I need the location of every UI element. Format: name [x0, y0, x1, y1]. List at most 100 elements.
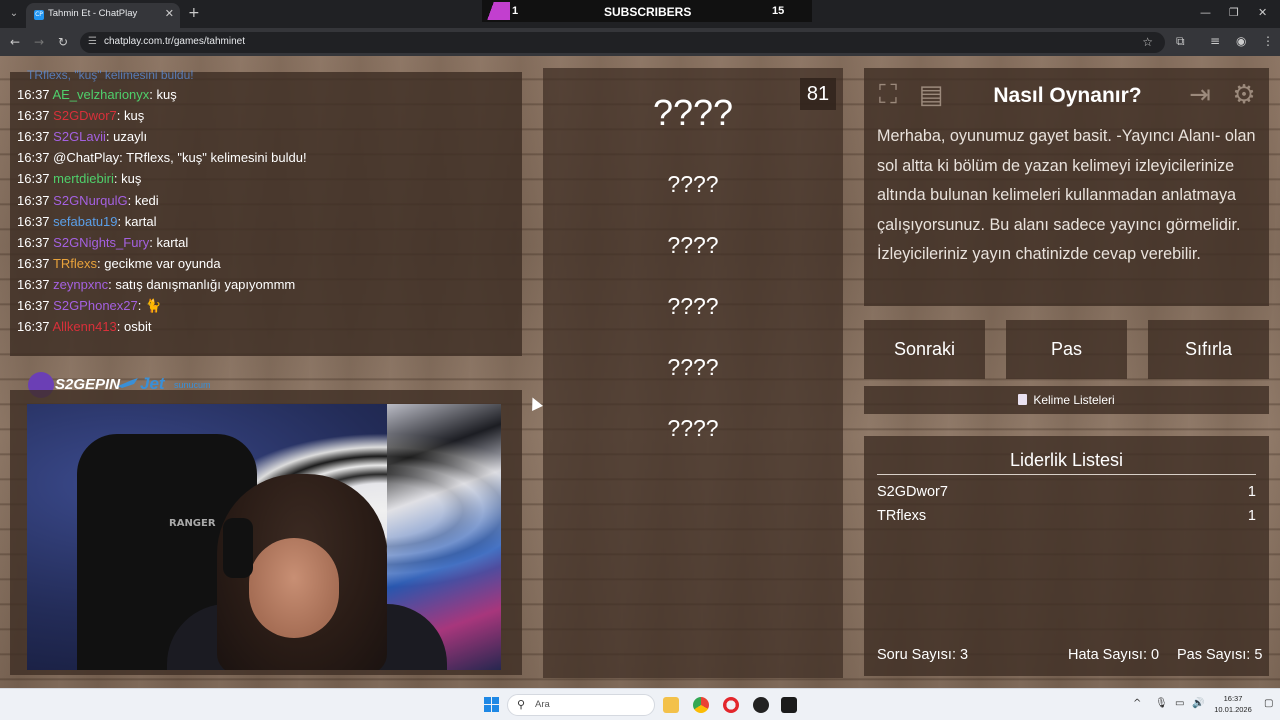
chat-username[interactable]: S2GNurqulG — [53, 193, 127, 208]
leaderboard-divider — [877, 474, 1256, 475]
site-info-icon[interactable]: ☰ — [88, 36, 97, 47]
leaderboard-title: Liderlik Listesi — [1009, 450, 1124, 470]
leaderboard-name: TRflexs — [877, 508, 927, 524]
chat-separator: : — [113, 171, 122, 187]
media-icon[interactable]: ≡ — [1210, 34, 1220, 48]
subscriber-left-count: 1 — [512, 5, 519, 17]
chat-text: kedi — [134, 192, 159, 208]
chat-time: 16:37 — [17, 234, 50, 250]
word-main: ???? — [652, 92, 734, 133]
favicon-icon: CP — [34, 10, 44, 20]
chat-message: 16:37 S2GNights_Fury: kartal — [17, 235, 188, 255]
microphone-icon[interactable]: 🎙 — [1155, 698, 1168, 709]
reset-button[interactable]: Sıfırla — [1148, 320, 1269, 379]
next-button[interactable]: Sonraki — [864, 320, 985, 379]
word-lists-button[interactable]: Kelime Listeleri — [864, 386, 1269, 414]
fullscreen-icon[interactable]: ⛶ — [871, 78, 905, 112]
chat-username[interactable]: sefabatu19 — [53, 214, 117, 229]
chrome-icon[interactable] — [693, 697, 709, 713]
tab-title: Tahmin Et - ChatPlay — [48, 8, 138, 19]
extensions-icon[interactable]: ⧉ — [1176, 34, 1185, 49]
jet-logo-subtext: sunucum — [174, 380, 211, 390]
leaderboard-panel — [864, 436, 1269, 676]
menu-dots-icon[interactable]: ⋮ — [1262, 34, 1274, 48]
subscriber-label: SUBSCRIBERS — [604, 5, 692, 19]
chair-brand: RANGER — [169, 518, 216, 529]
minimize-icon[interactable]: — — [1200, 6, 1211, 19]
browser-tab[interactable]: CP Tahmin Et - ChatPlay ✕ — [26, 3, 180, 28]
profile-avatar-icon[interactable]: ◉ — [1236, 34, 1246, 48]
chat-text: 🐈 — [144, 298, 162, 313]
chat-time: 16:37 — [17, 129, 50, 145]
chat-separator: : — [116, 108, 124, 124]
opera-icon[interactable] — [723, 697, 739, 713]
chat-time: 16:37 — [17, 298, 50, 313]
notes-icon[interactable]: ▤ — [914, 78, 948, 112]
chat-time: 16:37 — [17, 319, 50, 335]
tab-close-icon[interactable]: ✕ — [165, 7, 174, 20]
forward-icon[interactable]: → — [34, 35, 44, 49]
chat-separator: : — [127, 192, 135, 208]
chat-message: 16:37 AE_velzharionyx: kuş — [17, 87, 177, 107]
window-close-icon[interactable]: ✕ — [1258, 6, 1267, 19]
taskbar-search[interactable]: ⚲ Ara — [507, 694, 655, 716]
streamer-face — [249, 538, 339, 638]
search-icon: ⚲ — [517, 698, 526, 711]
taskbar-clock[interactable]: 16:37 10.01.2026 — [1210, 693, 1256, 715]
exit-icon[interactable]: ⇥ — [1183, 78, 1217, 112]
notification-icon[interactable]: ▢ — [1264, 698, 1273, 709]
chat-message: 16:37 mertdiebiri: kuş — [17, 171, 141, 191]
chat-message: 16:37 Allkenn413: osbit — [17, 319, 151, 339]
taskbar-search-placeholder: Ara — [535, 699, 550, 710]
banner-stripe — [484, 2, 510, 20]
word-forbidden-5: ???? — [667, 415, 719, 441]
url-text: chatplay.com.tr/games/tahminet — [104, 36, 245, 47]
volume-icon[interactable]: 🔊 — [1192, 698, 1204, 709]
chat-username[interactable]: S2GNights_Fury — [53, 235, 149, 250]
clock-date: 10.01.2026 — [1214, 705, 1252, 714]
webcam-video: RANGER — [27, 404, 501, 670]
tray-chevron-icon[interactable]: ^ — [1133, 698, 1141, 709]
pass-button[interactable]: Pas — [1006, 320, 1127, 379]
chat-text: gecikme var oyunda — [104, 255, 221, 271]
obs-icon[interactable] — [753, 697, 769, 713]
chat-separator: : — [149, 234, 157, 250]
chat-username[interactable]: S2GPhonex27 — [53, 298, 138, 313]
gear-icon[interactable]: ⚙ — [1227, 78, 1261, 112]
chat-username[interactable]: mertdiebiri — [53, 171, 114, 186]
chat-username[interactable]: zeynpxnc — [53, 277, 108, 292]
back-icon[interactable]: ← — [10, 35, 20, 49]
chat-text: kartal — [156, 234, 189, 250]
taskbar: ⚲ Ara ^ 🎙 ▭ 🔊 16:37 10.01.2026 ▢ — [0, 688, 1280, 720]
chat-message: 16:37 S2GNurqulG: kedi — [17, 193, 159, 213]
chat-message: 16:37 @ChatPlay: TRflexs, "kuş" kelimesi… — [17, 150, 307, 170]
new-tab-icon[interactable]: + — [188, 5, 200, 21]
tab-search-icon[interactable]: ⌄ — [6, 6, 22, 22]
chat-text: uzaylı — [113, 129, 148, 145]
url-field[interactable]: ☰ chatplay.com.tr/games/tahminet ☆ — [80, 32, 1165, 53]
word-forbidden-2: ???? — [667, 232, 719, 258]
chat-text: satış danışmanlığı yapıyommm — [115, 276, 296, 292]
how-to-play-title: Nasıl Oynanır? — [993, 84, 1142, 107]
windows-start-icon[interactable] — [484, 697, 499, 712]
chat-text: kuş — [121, 171, 142, 187]
file-explorer-icon[interactable] — [663, 697, 679, 713]
chat-time: 16:37 — [17, 255, 50, 271]
chat-message: 16:37 S2GLavii: uzaylı — [17, 129, 147, 149]
chat-text: osbit — [124, 319, 152, 335]
chat-message: 16:37 zeynpxnc: satış danışmanlığı yapıy… — [17, 277, 295, 297]
reload-icon[interactable]: ↻ — [58, 35, 68, 49]
bookmark-star-icon[interactable]: ☆ — [1142, 35, 1153, 49]
chat-username[interactable]: TRflexs — [53, 256, 97, 271]
leaderboard-name: S2GDwor7 — [877, 484, 948, 500]
chat-username[interactable]: S2GDwor7 — [53, 108, 117, 123]
chat-username[interactable]: @ChatPlay — [53, 150, 119, 165]
terminal-icon[interactable] — [781, 697, 797, 713]
chat-username[interactable]: S2GLavii — [53, 129, 106, 144]
network-icon[interactable]: ▭ — [1175, 698, 1184, 709]
chat-message: 16:37 S2GDwor7: kuş — [17, 108, 144, 128]
chat-time: 16:37 — [17, 150, 50, 166]
maximize-icon[interactable]: ❐ — [1229, 6, 1239, 19]
chat-username[interactable]: Allkenn413 — [52, 319, 116, 334]
chat-username[interactable]: AE_velzharionyx — [52, 87, 149, 102]
